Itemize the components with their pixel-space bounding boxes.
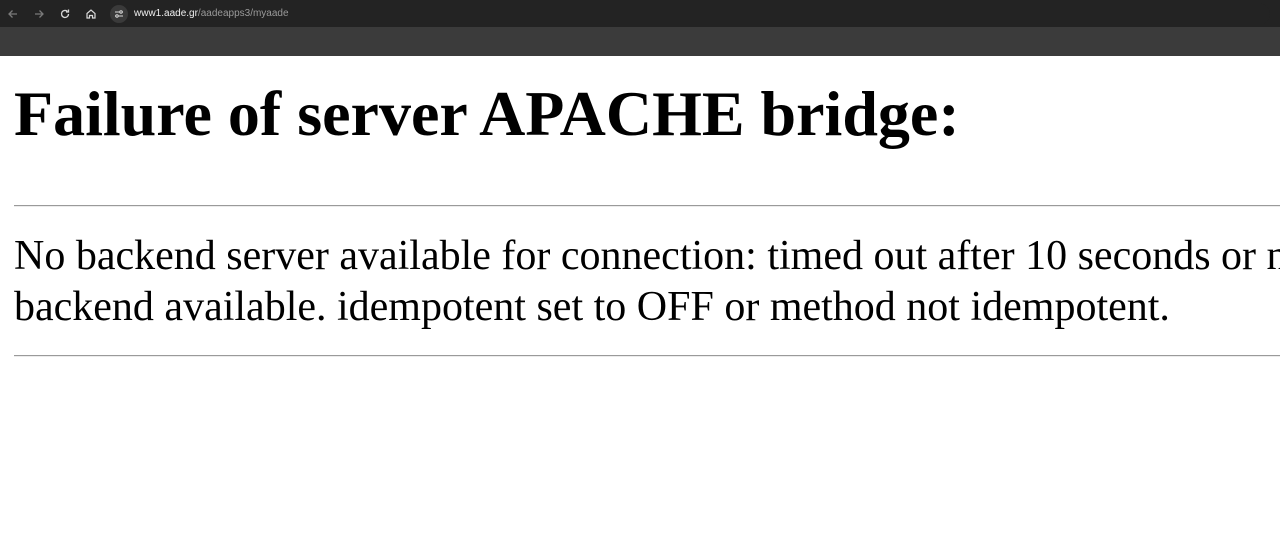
url-path: /aadeapps3/myaade: [197, 8, 289, 19]
site-info-icon[interactable]: [110, 4, 128, 23]
horizontal-rule: [14, 355, 1280, 357]
browser-toolbar: www1.aade.gr/aadeapps3/myaade: [0, 0, 1280, 27]
page-content: Failure of server APACHE bridge: No back…: [0, 56, 1280, 553]
error-heading: Failure of server APACHE bridge:: [14, 78, 960, 149]
bookmarks-bar: [0, 27, 1280, 56]
back-icon[interactable]: [0, 1, 26, 27]
reload-icon[interactable]: [52, 1, 78, 27]
horizontal-rule: [14, 205, 1280, 207]
address-bar[interactable]: www1.aade.gr/aadeapps3/myaade: [110, 2, 1270, 25]
home-icon[interactable]: [78, 1, 104, 27]
error-message: No backend server available for connecti…: [14, 233, 1280, 330]
forward-icon[interactable]: [26, 1, 52, 27]
url-host: www1.aade.gr: [134, 8, 198, 19]
